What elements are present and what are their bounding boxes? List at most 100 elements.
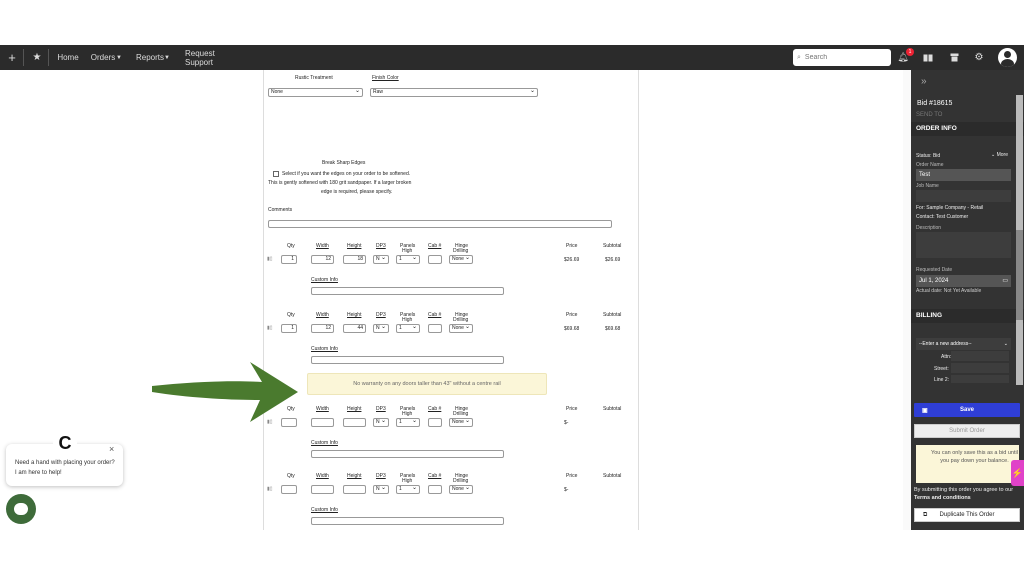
- gear-icon[interactable]: ⚙: [973, 45, 985, 70]
- height-input[interactable]: [343, 418, 366, 427]
- dp3-select[interactable]: N ⌄: [373, 324, 389, 333]
- hinge-drilling-select[interactable]: None ⌄: [449, 418, 473, 427]
- chevron-down-icon: ⌄: [464, 324, 470, 330]
- lightning-icon[interactable]: ⚡: [1011, 460, 1024, 486]
- status-text: Status: Bid: [916, 153, 941, 159]
- close-icon[interactable]: ×: [109, 444, 114, 454]
- user-avatar-icon[interactable]: [998, 48, 1017, 67]
- hinge-header: Drilling: [453, 478, 469, 484]
- nav-reports[interactable]: Reports: [136, 45, 164, 70]
- save-warning-box: You can only save this as a bid until yo…: [916, 445, 1019, 483]
- qty-header: Qty: [287, 473, 295, 479]
- dp3-select[interactable]: N ⌄: [373, 485, 389, 494]
- chevron-down-icon: ⌄: [411, 255, 417, 261]
- nav-home[interactable]: Home: [57, 45, 79, 70]
- panel-scrollbar-thumb[interactable]: [1016, 230, 1023, 320]
- custom-info-input[interactable]: [311, 450, 504, 458]
- custom-info-input[interactable]: [311, 287, 504, 295]
- price-value: $-: [564, 487, 569, 493]
- cab-input[interactable]: [428, 418, 442, 427]
- panels-high-select[interactable]: 1 ⌄: [396, 418, 420, 427]
- panels-high-select[interactable]: 1 ⌄: [396, 255, 420, 264]
- width-input[interactable]: 12: [311, 255, 334, 264]
- qty-input[interactable]: [281, 485, 297, 494]
- finish-color-select[interactable]: Raw ⌄: [370, 88, 538, 97]
- submit-order-button[interactable]: Submit Order: [914, 424, 1020, 438]
- height-input[interactable]: [343, 485, 366, 494]
- job-name-input[interactable]: [916, 190, 1011, 202]
- comments-input[interactable]: [268, 220, 612, 228]
- terms-link[interactable]: Terms and conditions: [914, 495, 971, 501]
- custom-info-link[interactable]: Custom Info: [311, 440, 338, 446]
- chevron-down-icon: ⌄: [411, 418, 417, 424]
- rustic-treatment-select[interactable]: None ⌄: [268, 88, 363, 97]
- price-value: $-: [564, 420, 569, 426]
- hinge-drilling-select[interactable]: None ⌄: [449, 485, 473, 494]
- qty-header: Qty: [287, 406, 295, 412]
- requested-date-input[interactable]: Jul 1, 2024 ▭: [916, 275, 1011, 287]
- send-to-label[interactable]: SEND TO: [916, 112, 942, 118]
- width-input[interactable]: [311, 418, 334, 427]
- store-icon[interactable]: [948, 45, 960, 70]
- order-name-input[interactable]: Test: [916, 169, 1011, 181]
- panels-high-select[interactable]: 1 ⌄: [396, 485, 420, 494]
- address-select[interactable]: --Enter a new address-- ⌄: [916, 338, 1011, 350]
- chat-message: Need a hand with placing your order? I a…: [15, 460, 115, 476]
- qty-input[interactable]: [281, 418, 297, 427]
- save-button[interactable]: ▣ Save: [914, 403, 1020, 417]
- row-actions-icon[interactable]: ▮▯: [267, 325, 273, 331]
- collapse-panel-icon[interactable]: »: [921, 76, 927, 87]
- cab-header: Cab #: [428, 406, 442, 412]
- arrow-annotation: [152, 362, 298, 422]
- order-info-header[interactable]: ORDER INFO: [911, 122, 1024, 136]
- custom-info-link[interactable]: Custom Info: [311, 507, 338, 513]
- favorites-star-icon[interactable]: ★: [30, 45, 44, 70]
- row-actions-icon[interactable]: ▮▯: [267, 256, 273, 262]
- chevron-down-icon[interactable]: ▼: [163, 45, 171, 70]
- qty-input[interactable]: 1: [281, 324, 297, 333]
- custom-info-link[interactable]: Custom Info: [311, 277, 338, 283]
- custom-info-link[interactable]: Custom Info: [311, 346, 338, 352]
- cab-header: Cab #: [428, 243, 442, 249]
- duplicate-order-button[interactable]: ⧉ Duplicate This Order: [914, 508, 1020, 522]
- book-icon[interactable]: [922, 45, 934, 70]
- height-header: Height: [347, 406, 362, 412]
- search-input[interactable]: [804, 54, 875, 61]
- width-input[interactable]: [311, 485, 334, 494]
- chevron-down-icon: ⌄: [380, 418, 386, 424]
- row-actions-icon[interactable]: ▮▯: [267, 486, 273, 492]
- custom-info-input[interactable]: [311, 356, 504, 364]
- cab-header: Cab #: [428, 312, 442, 318]
- billing-header[interactable]: BILLING: [911, 309, 1024, 323]
- hinge-drilling-select[interactable]: None ⌄: [449, 324, 473, 333]
- panels-high-select[interactable]: 1 ⌄: [396, 324, 420, 333]
- top-navigation-bar: + ★ Home Orders ▼ Reports ▼ Request Supp…: [0, 45, 1024, 70]
- height-header: Height: [347, 312, 362, 318]
- street-input[interactable]: [951, 363, 1009, 373]
- row-actions-icon[interactable]: ▮▯: [267, 419, 273, 425]
- cab-input[interactable]: [428, 255, 442, 264]
- description-input[interactable]: [916, 232, 1011, 258]
- height-input[interactable]: 44: [343, 324, 366, 333]
- search-box[interactable]: ⌕: [793, 49, 891, 66]
- chevron-down-icon[interactable]: ▼: [115, 45, 123, 70]
- break-edges-checkbox[interactable]: [273, 171, 279, 177]
- contact: Contact: Test Customer: [916, 214, 969, 220]
- line2-input[interactable]: [951, 375, 1009, 383]
- nav-orders[interactable]: Orders: [91, 45, 115, 70]
- dp3-select[interactable]: N ⌄: [373, 255, 389, 264]
- hinge-drilling-select[interactable]: None ⌄: [449, 255, 473, 264]
- attn-input[interactable]: [951, 351, 1009, 361]
- qty-input[interactable]: 1: [281, 255, 297, 264]
- width-input[interactable]: 12: [311, 324, 334, 333]
- cab-input[interactable]: [428, 485, 442, 494]
- dp3-select[interactable]: N ⌄: [373, 418, 389, 427]
- break-edges-text: Select if you want the edges on your ord…: [282, 171, 411, 177]
- height-input[interactable]: 18: [343, 255, 366, 264]
- nav-request-support[interactable]: Request Support: [185, 45, 239, 70]
- cab-input[interactable]: [428, 324, 442, 333]
- more-toggle[interactable]: ⌄ More: [991, 152, 1008, 158]
- add-icon[interactable]: +: [4, 45, 20, 70]
- custom-info-input[interactable]: [311, 517, 504, 525]
- chat-launcher-button[interactable]: [6, 494, 36, 524]
